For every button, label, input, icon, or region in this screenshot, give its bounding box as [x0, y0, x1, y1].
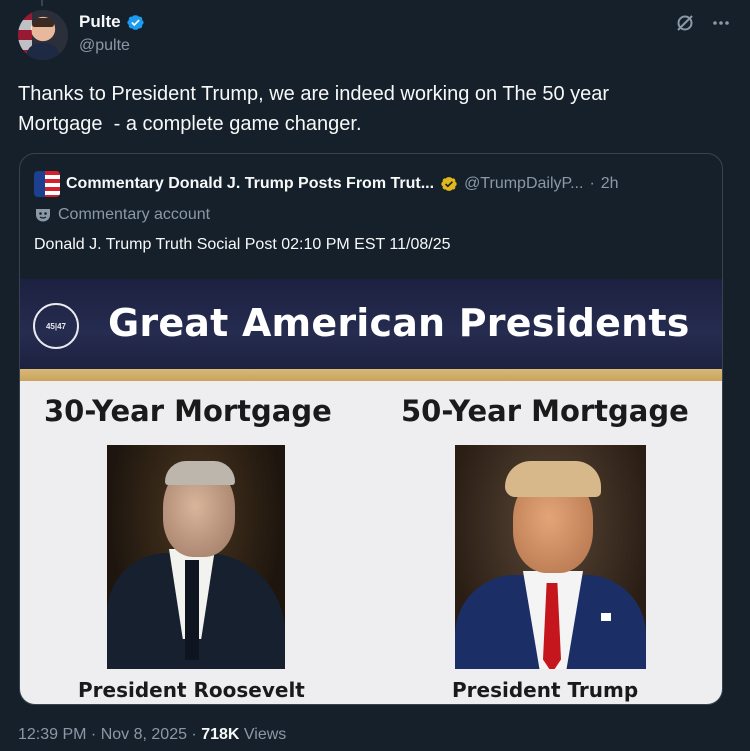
- quoted-time[interactable]: 2h: [601, 175, 619, 193]
- quoted-author-name[interactable]: Commentary Donald J. Trump Posts From Tr…: [66, 175, 434, 193]
- post-top-actions: [674, 12, 732, 34]
- quoted-author-handle[interactable]: @TrumpDailyP...: [464, 175, 583, 193]
- post-text: Thanks to President Trump, we are indeed…: [18, 83, 610, 135]
- gold-verified-icon: [441, 177, 457, 191]
- quoted-post-text: Donald J. Trump Truth Social Post 02:10 …: [34, 236, 451, 253]
- views-count[interactable]: 718K: [201, 726, 239, 743]
- meta-separator: ·: [186, 726, 202, 743]
- post-header: Pulte @pulte: [18, 10, 732, 64]
- author-handle[interactable]: @pulte: [79, 37, 130, 55]
- left-column-title: 30-Year Mortgage: [44, 394, 332, 428]
- more-icon[interactable]: [710, 12, 732, 34]
- image-title: Great American Presidents: [108, 301, 690, 345]
- grok-icon[interactable]: [674, 12, 696, 34]
- post-date[interactable]: Nov 8, 2025: [101, 726, 187, 743]
- thread-line: [41, 0, 43, 6]
- verified-badge-icon: [126, 14, 144, 30]
- roosevelt-portrait: [107, 445, 285, 669]
- image-banner: 45|47 Great American Presidents: [20, 279, 722, 369]
- gold-stripe: [20, 369, 722, 381]
- quoted-separator: ·: [589, 175, 595, 192]
- right-column-title: 50-Year Mortgage: [401, 394, 689, 428]
- presidential-seal-icon: 45|47: [33, 303, 79, 349]
- author-avatar[interactable]: [18, 10, 68, 60]
- post-meta: 12:39 PM · Nov 8, 2025 · 718K Views: [18, 726, 286, 744]
- right-caption: President Trump: [452, 678, 639, 702]
- commentary-label: Commentary account: [58, 206, 211, 223]
- left-caption: President Roosevelt: [78, 678, 305, 702]
- views-label: Views: [239, 726, 287, 743]
- commentary-mask-icon: [36, 209, 50, 222]
- quoted-post-image[interactable]: 45|47 Great American Presidents 30-Year …: [20, 279, 722, 704]
- trump-portrait: [455, 445, 646, 669]
- quoted-post[interactable]: Commentary Donald J. Trump Posts From Tr…: [19, 153, 723, 705]
- author-name-row: Pulte: [79, 12, 145, 32]
- commentary-label-row: Commentary account: [34, 206, 210, 224]
- quoted-post-header: Commentary Donald J. Trump Posts From Tr…: [34, 171, 714, 197]
- post-time[interactable]: 12:39 PM: [18, 726, 86, 743]
- author-display-name[interactable]: Pulte: [79, 12, 121, 32]
- quoted-author-avatar[interactable]: [34, 171, 60, 197]
- meta-separator: ·: [86, 726, 101, 743]
